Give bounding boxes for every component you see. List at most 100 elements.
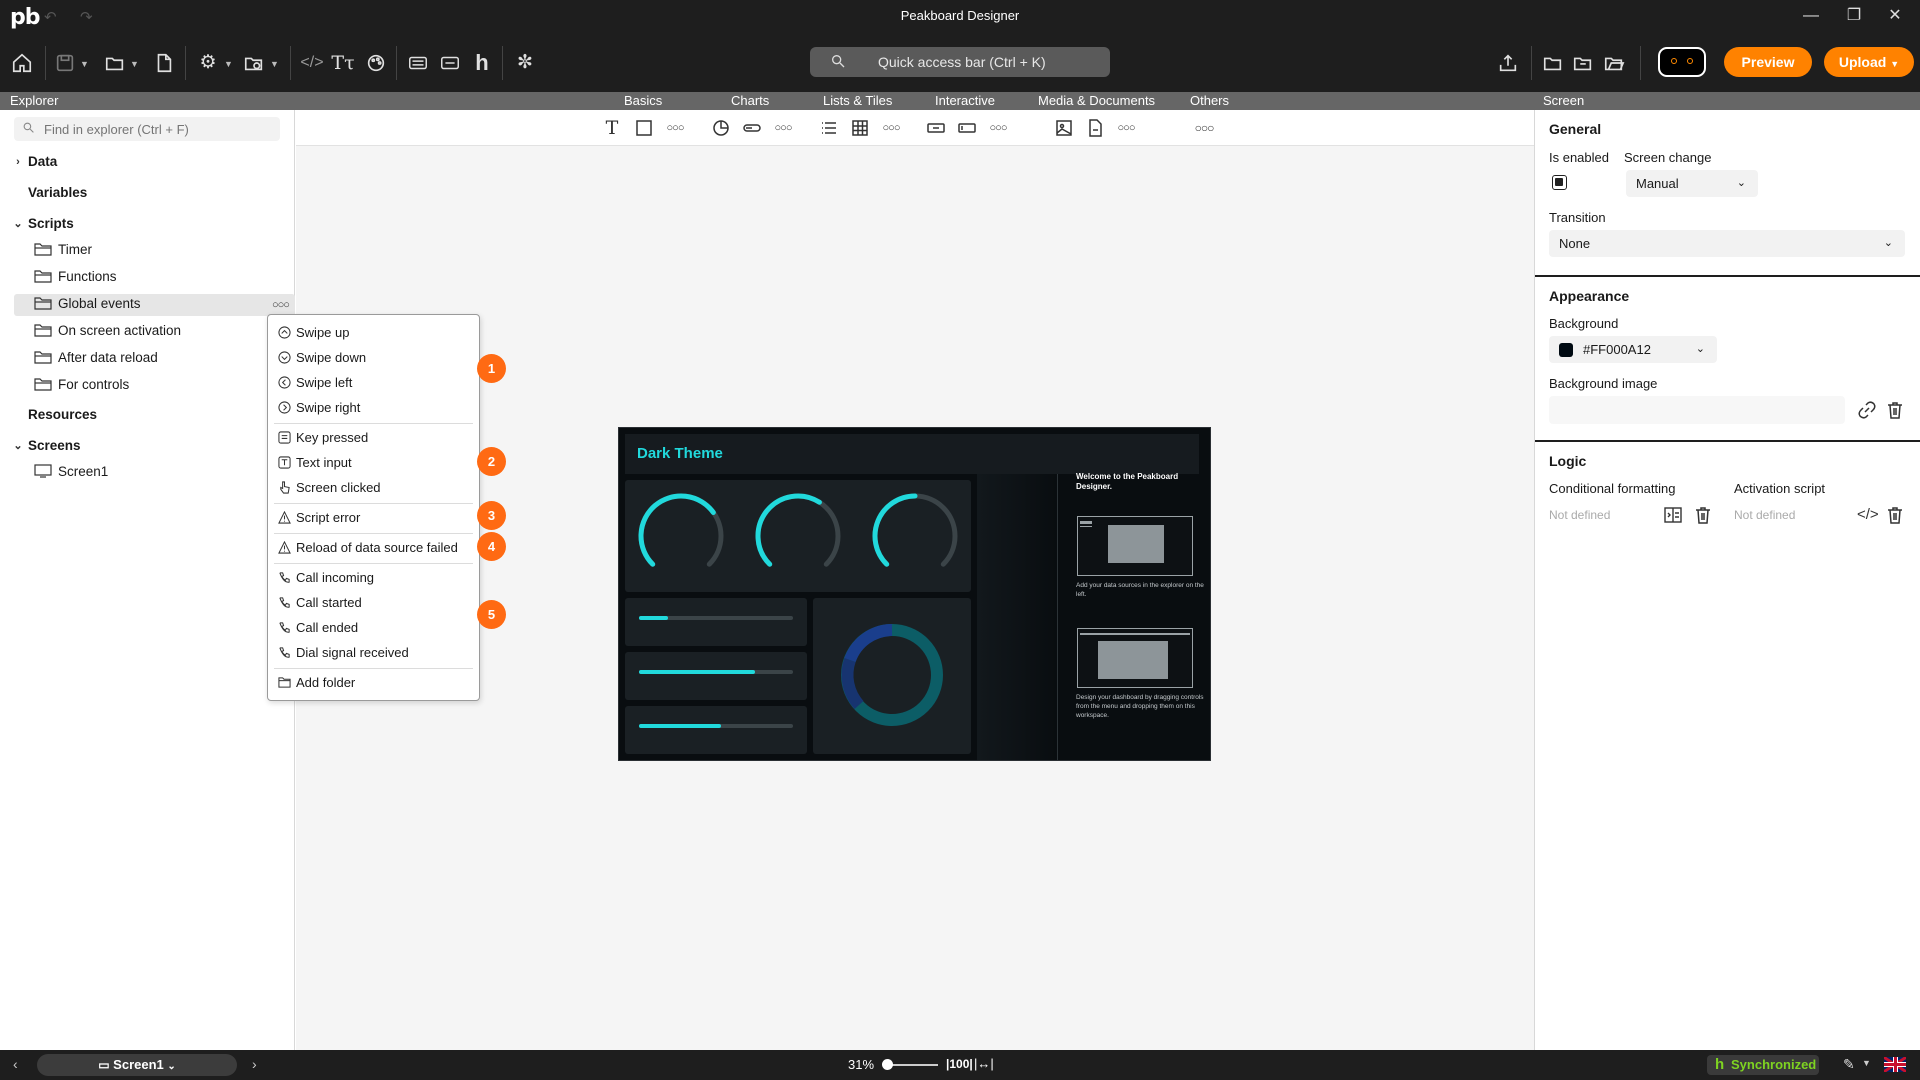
menu-item-dial-signal[interactable]: Dial signal received	[278, 643, 409, 663]
palette-icon[interactable]	[363, 50, 389, 76]
trash-icon[interactable]	[1885, 400, 1905, 420]
script-folder-global-events[interactable]: Global events	[34, 292, 141, 316]
menu-item-text-input[interactable]: Text input	[278, 453, 352, 473]
code-icon[interactable]: </>	[1857, 505, 1879, 525]
save-icon[interactable]	[52, 50, 78, 76]
pie-chart-icon[interactable]	[709, 116, 733, 140]
is-enabled-checkbox[interactable]	[1552, 175, 1567, 190]
table-control-icon[interactable]	[848, 116, 872, 140]
menu-item-call-started[interactable]: Call started	[278, 593, 362, 613]
pdf-control-icon[interactable]	[1083, 116, 1107, 140]
next-screen-icon[interactable]: ›	[252, 1056, 257, 1072]
tree-node-screens[interactable]: ⌄ Screens	[13, 434, 80, 458]
tab-lists-tiles[interactable]: Lists & Tiles	[823, 93, 892, 108]
undo-icon[interactable]: ↶	[44, 8, 57, 26]
chevron-right-icon[interactable]: ›	[12, 150, 24, 174]
preview-button[interactable]: Preview	[1724, 47, 1812, 77]
package-icon[interactable]	[241, 50, 267, 76]
link-icon[interactable]	[1857, 400, 1877, 420]
bridge-box-icon[interactable]	[437, 50, 463, 76]
assistant-face-icon[interactable]	[1658, 47, 1706, 77]
tab-others[interactable]: Others	[1190, 93, 1229, 108]
menu-item-key-pressed[interactable]: Key pressed	[278, 428, 368, 448]
background-color-dropdown[interactable]: #FF000A12 ⌄	[1549, 336, 1717, 363]
more-basics-icon[interactable]: ○○○	[663, 116, 687, 140]
chevron-down-icon[interactable]: ⌄	[12, 212, 24, 236]
script-folder-after-data-reload[interactable]: After data reload	[34, 346, 158, 370]
text-format-icon[interactable]: Tτ	[330, 50, 356, 76]
tree-node-resources[interactable]: Resources	[28, 403, 97, 427]
zoom-slider-handle[interactable]	[882, 1059, 893, 1070]
tab-media-documents[interactable]: Media & Documents	[1038, 93, 1155, 108]
menu-item-call-ended[interactable]: Call ended	[278, 618, 358, 638]
menu-item-add-folder[interactable]: Add folder	[278, 673, 355, 693]
menu-item-swipe-right[interactable]: Swipe right	[278, 398, 360, 418]
transition-dropdown[interactable]: None ⌄	[1549, 230, 1905, 257]
menu-item-swipe-left[interactable]: Swipe left	[278, 373, 352, 393]
screen-preview[interactable]: Dark Theme Welcome to the Peakboard Desi…	[618, 427, 1211, 761]
menu-item-swipe-down[interactable]: Swipe down	[278, 348, 366, 368]
shared-folder-icon[interactable]	[1570, 50, 1596, 76]
brush-icon[interactable]: ✎	[1843, 1056, 1855, 1073]
more-charts-icon[interactable]: ○○○	[771, 116, 795, 140]
quick-access-bar[interactable]: Quick access bar (Ctrl + K)	[810, 47, 1110, 77]
menu-item-call-incoming[interactable]: Call incoming	[278, 568, 374, 588]
open-folder-alt-icon[interactable]	[1601, 50, 1627, 76]
open-dropdown-icon[interactable]: ▼	[130, 59, 139, 69]
background-image-field[interactable]	[1549, 396, 1845, 424]
conditional-format-edit-icon[interactable]	[1663, 505, 1683, 525]
code-icon[interactable]: </>	[299, 50, 325, 76]
home-icon[interactable]	[9, 50, 35, 76]
redo-icon[interactable]: ↷	[80, 8, 93, 26]
rectangle-control-icon[interactable]	[632, 116, 656, 140]
extensions-puzzle-icon[interactable]: ✼	[512, 50, 538, 76]
tree-node-data[interactable]: › Data	[16, 150, 57, 174]
button-control-icon[interactable]	[924, 116, 948, 140]
more-lists-icon[interactable]: ○○○	[879, 116, 903, 140]
fit-width-icon[interactable]: |↔|	[974, 1056, 994, 1071]
uk-flag-icon[interactable]	[1884, 1057, 1906, 1072]
more-options-icon[interactable]: ○○○	[272, 299, 290, 311]
settings-dropdown-icon[interactable]: ▼	[224, 59, 233, 69]
fit-100-icon[interactable]: |100|	[946, 1057, 973, 1071]
explorer-search[interactable]	[14, 117, 280, 141]
tree-node-scripts[interactable]: ⌄ Scripts	[13, 212, 73, 236]
more-interactive-icon[interactable]: ○○○	[986, 116, 1010, 140]
new-file-icon[interactable]	[151, 50, 177, 76]
script-folder-functions[interactable]: Functions	[34, 265, 117, 289]
script-folder-timer[interactable]: Timer	[34, 238, 92, 262]
minimize-button[interactable]: —	[1796, 4, 1826, 28]
text-control-icon[interactable]: T	[600, 116, 624, 140]
open-folder-icon[interactable]	[102, 50, 128, 76]
chevron-down-icon[interactable]: ⌄	[12, 434, 24, 458]
close-button[interactable]: ✕	[1880, 4, 1910, 28]
menu-item-screen-clicked[interactable]: Screen clicked	[278, 478, 381, 498]
menu-item-script-error[interactable]: Script error	[278, 508, 360, 528]
tab-basics[interactable]: Basics	[624, 93, 662, 108]
explorer-search-input[interactable]	[44, 120, 269, 138]
export-upload-icon[interactable]	[1495, 50, 1521, 76]
save-dropdown-icon[interactable]: ▼	[80, 59, 89, 69]
trash-icon[interactable]	[1693, 505, 1713, 525]
tab-charts[interactable]: Charts	[731, 93, 769, 108]
menu-item-swipe-up[interactable]: Swipe up	[278, 323, 349, 343]
image-control-icon[interactable]	[1052, 116, 1076, 140]
hub-box-icon[interactable]	[405, 50, 431, 76]
menu-item-reload-failed[interactable]: Reload of data source failed	[278, 538, 458, 558]
script-folder-on-screen-activation[interactable]: On screen activation	[34, 319, 181, 343]
screen-change-dropdown[interactable]: Manual ⌄	[1626, 170, 1758, 197]
brush-dropdown-icon[interactable]: ▼	[1862, 1058, 1871, 1068]
tree-node-variables[interactable]: Variables	[28, 181, 87, 205]
more-others-icon[interactable]: ○○○	[1192, 116, 1216, 140]
tab-interactive[interactable]: Interactive	[935, 93, 995, 108]
screen-item-screen1[interactable]: Screen1	[34, 460, 108, 484]
trash-icon[interactable]	[1885, 505, 1905, 525]
previous-screen-icon[interactable]: ‹	[13, 1056, 18, 1072]
package-dropdown-icon[interactable]: ▼	[270, 59, 279, 69]
maximize-button[interactable]: ❐	[1839, 4, 1869, 28]
folder-icon[interactable]	[1540, 50, 1566, 76]
settings-gear-icon[interactable]: ⚙	[195, 50, 221, 76]
script-folder-for-controls[interactable]: For controls	[34, 373, 129, 397]
list-control-icon[interactable]	[817, 116, 841, 140]
upload-button[interactable]: Upload ▼	[1824, 47, 1914, 77]
